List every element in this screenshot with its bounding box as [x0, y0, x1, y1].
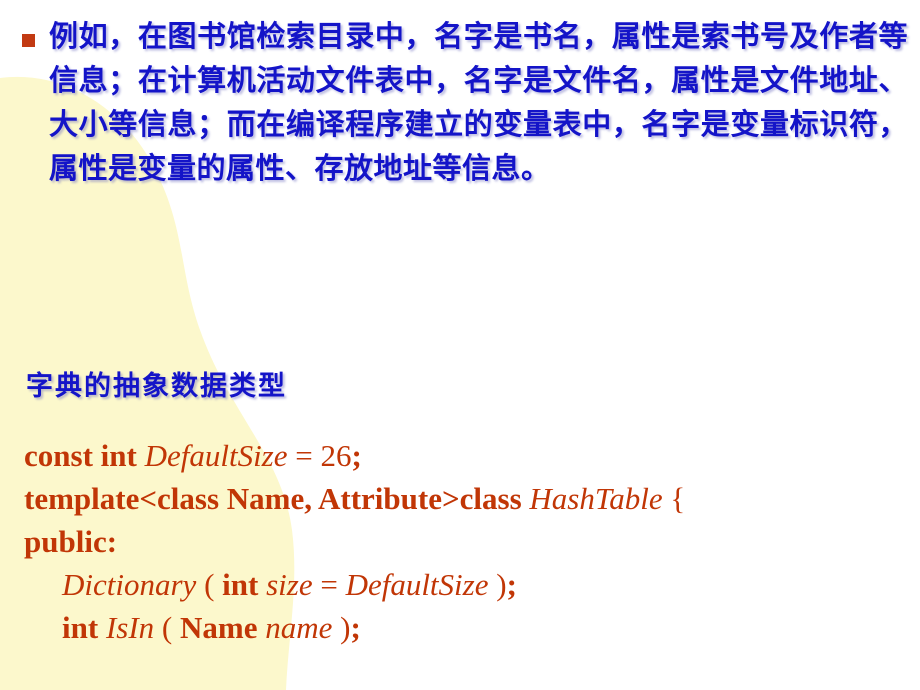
code-line: int IsIn ( Name name ); [24, 606, 920, 649]
code-token-id: IsIn [98, 610, 155, 645]
bullet-item-text: 例如，在图书馆检索目录中，名字是书名，属性是索书号及作者等信息；在计算机活动文件… [49, 19, 908, 185]
code-token-op: ) [332, 610, 351, 645]
list-item: 例如，在图书馆检索目录中，名字是书名，属性是索书号及作者等信息；在计算机活动文件… [22, 14, 908, 190]
code-token-kw: public: [24, 524, 118, 559]
code-token-num: 26 [320, 438, 352, 473]
code-token-op: { [662, 481, 686, 516]
section-heading: 字典的抽象数据类型 [26, 371, 287, 402]
code-token-pn: ; [351, 438, 362, 473]
code-token-op: = [287, 438, 321, 473]
code-token-pn: ; [506, 567, 517, 602]
code-token-id: Dictionary [62, 567, 197, 602]
bullet-list: 例如，在图书馆检索目录中，名字是书名，属性是索书号及作者等信息；在计算机活动文件… [22, 14, 908, 190]
code-token-op: ( [154, 610, 180, 645]
code-token-op: ( [196, 567, 223, 602]
code-token-id: DefaultSize [144, 438, 288, 473]
square-bullet-icon [22, 34, 35, 47]
code-line: public: [24, 520, 920, 563]
code-token-op: = [312, 567, 346, 602]
code-token-kw: int [222, 567, 259, 602]
code-block: const int DefaultSize = 26; template<clas… [24, 434, 920, 649]
code-line: Dictionary ( int size = DefaultSize ); [24, 563, 920, 606]
code-token-id: HashTable [529, 481, 663, 516]
code-token-kw: Name [179, 610, 258, 645]
code-token-pn: ; [350, 610, 361, 645]
slide-canvas: 例如，在图书馆检索目录中，名字是书名，属性是索书号及作者等信息；在计算机活动文件… [0, 0, 920, 690]
code-token-kw: int [62, 610, 99, 645]
code-token-kw: const int [24, 438, 145, 473]
code-token-kw: template<class Name, Attribute>class [24, 481, 530, 516]
code-token-id: DefaultSize [345, 567, 489, 602]
code-token-id: size [258, 567, 313, 602]
code-line: const int DefaultSize = 26; [24, 434, 920, 477]
code-token-op: ) [488, 567, 507, 602]
code-token-id: name [257, 610, 333, 645]
code-line: template<class Name, Attribute>class Has… [24, 477, 920, 520]
